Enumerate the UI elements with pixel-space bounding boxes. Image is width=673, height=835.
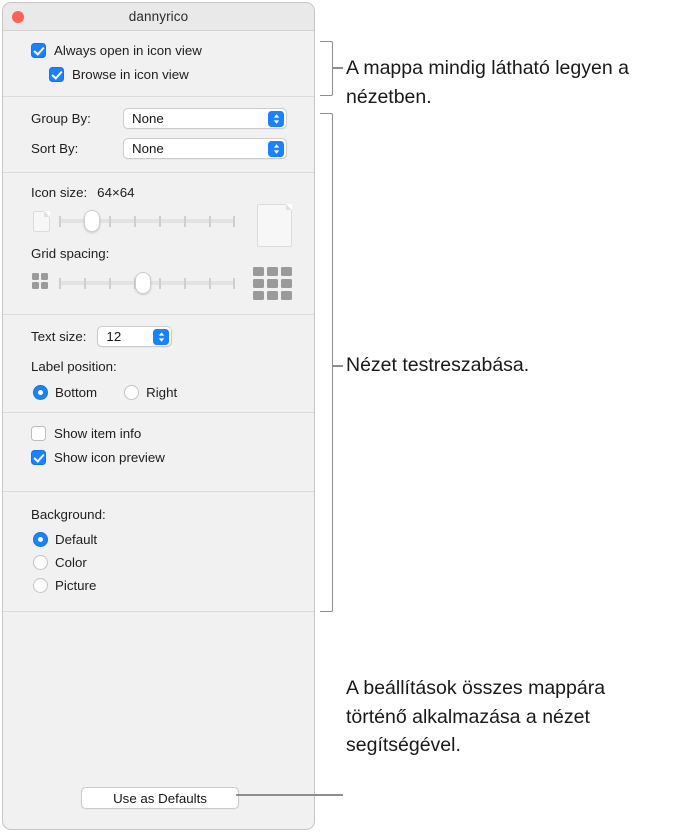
large-grid-icon: [253, 267, 292, 300]
text-size-value: 12: [106, 329, 121, 344]
label-position-label-row: Label position:: [31, 358, 314, 376]
slider-tick: [134, 216, 136, 227]
group-by-value: None: [132, 111, 164, 126]
group-by-dropdown[interactable]: None: [123, 108, 287, 129]
radio-label: Bottom: [55, 385, 97, 400]
radio-bottom[interactable]: Bottom: [33, 385, 97, 400]
slider-tick: [59, 216, 61, 227]
radio-unselected-icon: [33, 555, 48, 570]
icon-size-slider-row: [3, 204, 314, 238]
checkbox-label: Browse in icon view: [72, 67, 189, 82]
chevron-updown-icon: [268, 111, 284, 127]
background-label: Background:: [31, 507, 106, 522]
label-position-options: Bottom Right: [33, 385, 314, 400]
view-options-window: dannyrico Always open in icon view Brows…: [2, 2, 315, 830]
label-position-label: Label position:: [31, 359, 117, 374]
sort-by-value: None: [132, 141, 164, 156]
section-filler: [3, 611, 314, 811]
slider-tick: [184, 216, 186, 227]
icon-size-header: Icon size: 64×64: [31, 185, 314, 200]
window-title: dannyrico: [129, 9, 188, 24]
text-size-label: Text size:: [31, 329, 86, 344]
radio-label: Picture: [55, 578, 96, 593]
slider-tick: [109, 216, 111, 227]
chevron-updown-icon: [268, 141, 284, 157]
icon-size-label: Icon size:: [31, 185, 87, 200]
radio-label: Color: [55, 555, 87, 570]
background-label-row: Background:: [31, 506, 314, 524]
checkbox-checked-icon: [31, 43, 46, 58]
text-size-dropdown[interactable]: 12: [97, 326, 172, 347]
text-size-row: Text size: 12: [31, 326, 314, 347]
checkbox-always-open-in-icon-view[interactable]: Always open in icon view: [31, 43, 314, 58]
slider-tick: [109, 278, 111, 289]
radio-background-picture[interactable]: Picture: [33, 578, 314, 593]
radio-right[interactable]: Right: [124, 385, 177, 400]
slider-tick: [209, 216, 211, 227]
checkbox-checked-icon: [31, 450, 46, 465]
checkbox-show-item-info[interactable]: Show item info: [31, 426, 314, 441]
section-background: Background: Default Color Picture: [3, 491, 314, 611]
slider-tick: [184, 278, 186, 289]
sort-by-label: Sort By:: [31, 141, 123, 156]
slider-tick: [233, 278, 235, 289]
section-sizing: Icon size: 64×64 Grid spacing:: [3, 172, 314, 314]
section-view-options: Always open in icon view Browse in icon …: [3, 31, 314, 96]
slider-tick: [59, 278, 61, 289]
small-grid-icon: [32, 273, 48, 289]
use-as-defaults-button[interactable]: Use as Defaults: [81, 787, 239, 809]
checkbox-label: Always open in icon view: [54, 43, 202, 58]
slider-tick: [233, 216, 235, 227]
annotation-2: Nézet testreszabása.: [346, 351, 656, 380]
radio-background-default[interactable]: Default: [33, 532, 314, 547]
small-document-icon: [33, 211, 50, 232]
grid-spacing-header: Grid spacing:: [31, 246, 314, 261]
radio-unselected-icon: [124, 385, 139, 400]
callout-stem-1: [332, 67, 343, 69]
radio-label: Default: [55, 532, 97, 547]
window-titlebar: dannyrico: [3, 3, 314, 31]
section-text: Text size: 12 Label position: Bottom Rig…: [3, 314, 314, 412]
grid-spacing-label: Grid spacing:: [31, 246, 109, 261]
callout-stem-2: [332, 365, 343, 367]
radio-selected-icon: [33, 532, 48, 547]
annotation-1: A mappa mindig látható legyen a nézetben…: [346, 54, 646, 111]
checkbox-label: Show item info: [54, 426, 141, 441]
section-arrange: Group By: None Sort By: None: [3, 96, 314, 172]
chevron-updown-icon: [153, 329, 169, 345]
slider-tick: [159, 216, 161, 227]
grid-spacing-slider-row: [3, 264, 314, 300]
radio-unselected-icon: [33, 578, 48, 593]
checkbox-label: Show icon preview: [54, 450, 165, 465]
icon-size-slider-thumb[interactable]: [84, 210, 100, 232]
grid-spacing-slider-thumb[interactable]: [135, 272, 151, 294]
radio-label: Right: [146, 385, 177, 400]
section-display: Show item info Show icon preview: [3, 412, 314, 491]
large-document-icon: [257, 204, 292, 247]
icon-size-slider[interactable]: [59, 210, 235, 232]
sort-by-row: Sort By: None: [31, 138, 314, 159]
checkbox-unchecked-icon: [31, 426, 46, 441]
checkbox-checked-icon: [49, 67, 64, 82]
close-button-icon[interactable]: [12, 11, 24, 23]
checkbox-show-icon-preview[interactable]: Show icon preview: [31, 450, 314, 465]
radio-selected-icon: [33, 385, 48, 400]
sort-by-dropdown[interactable]: None: [123, 138, 287, 159]
slider-tick: [159, 278, 161, 289]
group-by-label: Group By:: [31, 111, 123, 126]
checkbox-browse-in-icon-view[interactable]: Browse in icon view: [49, 67, 314, 82]
annotation-3: A beállítások összes mappára történő alk…: [346, 674, 646, 760]
slider-tick: [84, 278, 86, 289]
grid-spacing-slider[interactable]: [59, 272, 235, 294]
group-by-row: Group By: None: [31, 108, 314, 129]
icon-size-value: 64×64: [97, 185, 134, 200]
callout-bracket-2: [320, 113, 333, 612]
radio-background-color[interactable]: Color: [33, 555, 314, 570]
callout-leader-3: [236, 794, 343, 796]
slider-tick: [209, 278, 211, 289]
